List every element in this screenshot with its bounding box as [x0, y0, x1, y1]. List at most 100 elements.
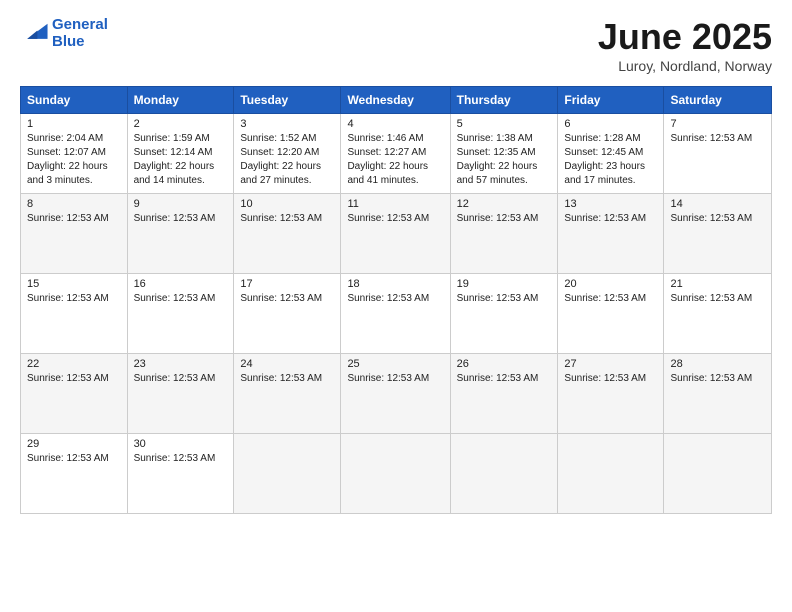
- day-number: 7: [670, 118, 765, 130]
- weekday-header: Saturday: [664, 87, 772, 114]
- day-number: 14: [670, 198, 765, 210]
- day-info: Sunrise: 1:46 AM Sunset: 12:27 AM Daylig…: [347, 132, 443, 188]
- weekday-header-row: SundayMondayTuesdayWednesdayThursdayFrid…: [21, 87, 772, 114]
- day-info: Sunrise: 12:53 AM: [134, 292, 228, 306]
- calendar-cell: 25 Sunrise: 12:53 AM: [341, 354, 450, 434]
- day-info: Sunrise: 12:53 AM: [347, 292, 443, 306]
- day-info: Sunrise: 12:53 AM: [27, 372, 121, 386]
- calendar-week-row: 22Sunrise: 12:53 AM23Sunrise: 12:53 AM24…: [21, 354, 772, 434]
- calendar-cell: [450, 434, 558, 514]
- day-info: Sunrise: 12:53 AM: [457, 212, 552, 226]
- day-info: Sunrise: 12:53 AM: [27, 452, 121, 466]
- calendar-week-row: 29 Sunrise: 12:53 AM 30 Sunrise: 12:53 AM: [21, 434, 772, 514]
- weekday-header: Tuesday: [234, 87, 341, 114]
- day-number: 15: [27, 278, 121, 290]
- logo-line1: General: [52, 16, 108, 33]
- logo: General Blue: [20, 16, 108, 51]
- day-info: Sunrise: 1:52 AM Sunset: 12:20 AM Daylig…: [240, 132, 334, 188]
- day-info: Sunrise: 1:59 AM Sunset: 12:14 AM Daylig…: [134, 132, 228, 188]
- month-title: June 2025: [598, 16, 772, 58]
- day-number: 12: [457, 198, 552, 210]
- calendar-cell: 21Sunrise: 12:53 AM: [664, 274, 772, 354]
- calendar-cell: 11 Sunrise: 12:53 AM: [341, 194, 450, 274]
- day-info: Sunrise: 12:53 AM: [564, 372, 657, 386]
- logo-line2: Blue: [52, 33, 108, 50]
- calendar-cell: 8 Sunrise: 12:53 AM: [21, 194, 128, 274]
- day-info: Sunrise: 2:04 AM Sunset: 12:07 AM Daylig…: [27, 132, 121, 188]
- day-number: 9: [134, 198, 228, 210]
- page-header: General Blue June 2025 Luroy, Nordland, …: [20, 16, 772, 74]
- title-area: June 2025 Luroy, Nordland, Norway: [598, 16, 772, 74]
- weekday-header: Monday: [127, 87, 234, 114]
- day-number: 20: [564, 278, 657, 290]
- calendar-cell: [234, 434, 341, 514]
- day-info: Sunrise: 12:53 AM: [347, 212, 443, 226]
- calendar-cell: 7 Sunrise: 12:53 AM: [664, 114, 772, 194]
- calendar-cell: 20 Sunrise: 12:53 AM: [558, 274, 664, 354]
- day-info: Sunrise: 12:53 AM: [134, 452, 228, 466]
- calendar-week-row: 8 Sunrise: 12:53 AM 9 Sunrise: 12:53 AM 10 Su…: [21, 194, 772, 274]
- calendar-cell: 22 Sunrise: 12:53 AM: [21, 354, 128, 434]
- calendar-cell: 30 Sunrise: 12:53 AM: [127, 434, 234, 514]
- day-number: 17: [240, 278, 334, 290]
- day-number: 10: [240, 198, 334, 210]
- day-number: 28: [670, 358, 765, 370]
- calendar-cell: 29 Sunrise: 12:53 AM: [21, 434, 128, 514]
- calendar-cell: 12 Sunrise: 12:53 AM: [450, 194, 558, 274]
- day-info: Sunrise: 12:53 AM: [457, 372, 552, 386]
- calendar-cell: 1 Sunrise: 2:04 AM Sunset: 12:07 AM Dayli…: [21, 114, 128, 194]
- day-info: Sunrise: 12:53 AM: [27, 212, 121, 226]
- calendar-cell: 13Sunrise: 12:53 AM: [558, 194, 664, 274]
- day-number: 3: [240, 118, 334, 130]
- day-info: Sunrise: 12:53 AM: [670, 292, 765, 306]
- calendar-cell: 24Sunrise: 12:53 AM: [234, 354, 341, 434]
- calendar-cell: 16Sunrise: 12:53 AM: [127, 274, 234, 354]
- day-number: 29: [27, 438, 121, 450]
- calendar: SundayMondayTuesdayWednesdayThursdayFrid…: [20, 86, 772, 514]
- day-number: 2: [134, 118, 228, 130]
- calendar-cell: 17 Sunrise: 12:53 AM: [234, 274, 341, 354]
- day-info: Sunrise: 12:53 AM: [240, 212, 334, 226]
- calendar-cell: 6 Sunrise: 1:28 AM Sunset: 12:45 AM Dayli…: [558, 114, 664, 194]
- day-info: Sunrise: 1:38 AM Sunset: 12:35 AM Daylig…: [457, 132, 552, 188]
- calendar-cell: 5 Sunrise: 1:38 AM Sunset: 12:35 AM Dayli…: [450, 114, 558, 194]
- weekday-header: Thursday: [450, 87, 558, 114]
- day-info: Sunrise: 12:53 AM: [134, 372, 228, 386]
- day-number: 11: [347, 198, 443, 210]
- day-info: Sunrise: 12:53 AM: [564, 292, 657, 306]
- day-info: Sunrise: 12:53 AM: [347, 372, 443, 386]
- location: Luroy, Nordland, Norway: [598, 58, 772, 74]
- day-number: 8: [27, 198, 121, 210]
- day-number: 26: [457, 358, 552, 370]
- day-number: 30: [134, 438, 228, 450]
- day-info: Sunrise: 1:28 AM Sunset: 12:45 AM Daylig…: [564, 132, 657, 188]
- calendar-cell: 27 Sunrise: 12:53 AM: [558, 354, 664, 434]
- day-info: Sunrise: 12:53 AM: [240, 292, 334, 306]
- day-number: 18: [347, 278, 443, 290]
- calendar-cell: [558, 434, 664, 514]
- day-info: Sunrise: 12:53 AM: [670, 212, 765, 226]
- calendar-cell: 28Sunrise: 12:53 AM: [664, 354, 772, 434]
- day-info: Sunrise: 12:53 AM: [670, 132, 765, 146]
- day-number: 4: [347, 118, 443, 130]
- day-number: 5: [457, 118, 552, 130]
- calendar-cell: 4 Sunrise: 1:46 AM Sunset: 12:27 AM Dayli…: [341, 114, 450, 194]
- day-number: 27: [564, 358, 657, 370]
- day-info: Sunrise: 12:53 AM: [27, 292, 121, 306]
- day-number: 1: [27, 118, 121, 130]
- weekday-header: Sunday: [21, 87, 128, 114]
- calendar-cell: 14 Sunrise: 12:53 AM: [664, 194, 772, 274]
- day-number: 6: [564, 118, 657, 130]
- day-number: 19: [457, 278, 552, 290]
- calendar-cell: 15 Sunrise: 12:53 AM: [21, 274, 128, 354]
- day-info: Sunrise: 12:53 AM: [134, 212, 228, 226]
- calendar-cell: 18 Sunrise: 12:53 AM: [341, 274, 450, 354]
- day-number: 13: [564, 198, 657, 210]
- day-number: 24: [240, 358, 334, 370]
- day-info: Sunrise: 12:53 AM: [457, 292, 552, 306]
- logo-icon: [20, 22, 48, 44]
- day-number: 25: [347, 358, 443, 370]
- calendar-cell: 26 Sunrise: 12:53 AM: [450, 354, 558, 434]
- day-number: 22: [27, 358, 121, 370]
- calendar-cell: 3 Sunrise: 1:52 AM Sunset: 12:20 AM Dayli…: [234, 114, 341, 194]
